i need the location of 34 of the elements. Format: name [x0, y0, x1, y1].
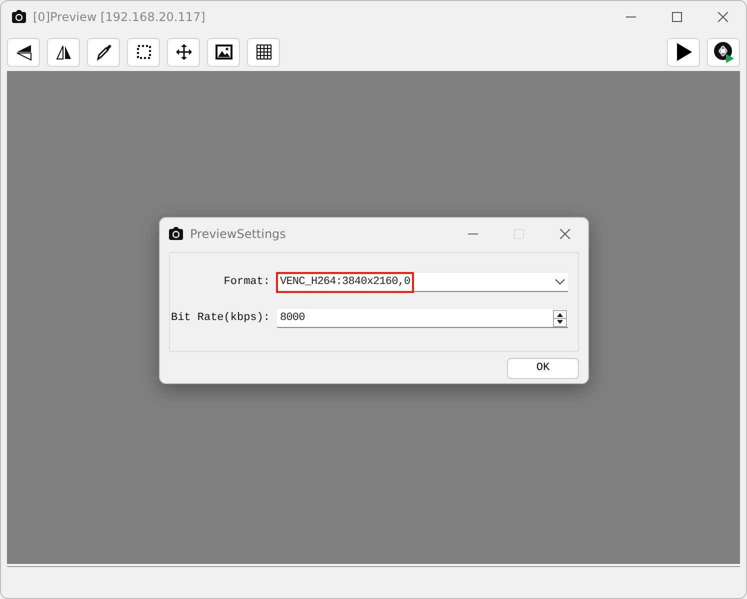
toolbar-button[interactable]	[7, 38, 40, 66]
ok-button[interactable]: OK	[507, 358, 579, 379]
spin-arrows-icon	[554, 310, 566, 326]
toolbar-button[interactable]	[127, 38, 160, 66]
spin-buttons[interactable]	[553, 310, 567, 326]
format-dropdown[interactable]: VENC_H264:3840x2160,0	[277, 273, 568, 292]
field-label: Format:	[222, 275, 271, 290]
toolbar-button[interactable]	[207, 38, 240, 66]
window-title: [0]Preview [192.168.20.117]	[33, 9, 206, 26]
image-icon	[214, 43, 232, 61]
toolbar-button[interactable]	[47, 38, 80, 66]
move-icon	[174, 43, 192, 61]
field-label: Bit Rate(kbps):	[170, 311, 271, 326]
eyedropper-icon	[94, 43, 112, 61]
field-value: 8000	[279, 310, 305, 326]
play-icon	[674, 42, 692, 62]
close-icon	[560, 228, 570, 238]
grid-icon	[254, 43, 272, 61]
play-button[interactable]	[667, 38, 700, 66]
camera-icon	[168, 226, 184, 240]
perspective-icon	[14, 43, 32, 61]
toolbar-button[interactable]	[87, 38, 120, 66]
toolbar-button[interactable]	[707, 38, 740, 66]
mirror-icon	[54, 43, 72, 61]
toolbar-button[interactable]	[167, 38, 200, 66]
toolbar-button[interactable]	[247, 38, 280, 66]
field-value: VENC_H264:3840x2160,0	[279, 274, 410, 290]
camera-icon	[11, 10, 27, 24]
dialog-title: PreviewSettings	[190, 226, 286, 242]
maximize-icon	[672, 12, 682, 22]
shutter-icon	[712, 41, 734, 63]
close-icon	[718, 12, 728, 22]
selection-icon	[134, 43, 152, 61]
bitrate-spinbox[interactable]: 8000	[277, 309, 568, 328]
